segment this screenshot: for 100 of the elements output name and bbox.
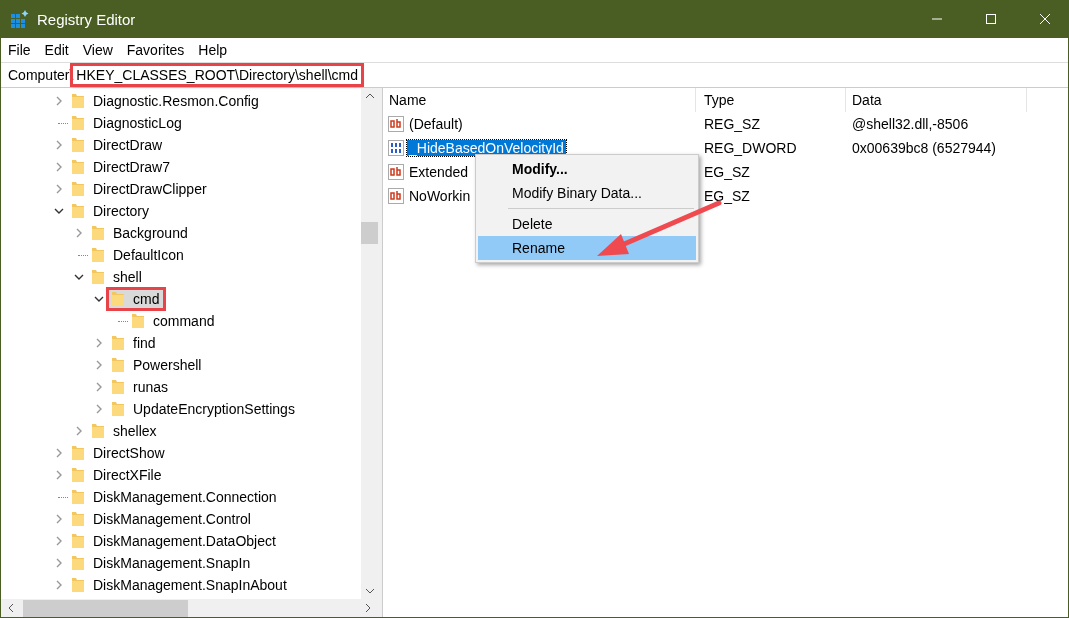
tree-item[interactable]: DirectDraw	[69, 136, 167, 154]
tree-item[interactable]: shell	[89, 268, 146, 286]
value-data: @shell32.dll,-8506	[851, 116, 970, 132]
value-name[interactable]: _HideBasedOnVelocityId	[407, 140, 566, 156]
value-type: REG_DWORD	[703, 140, 798, 156]
folder-icon	[111, 291, 125, 307]
chevron-right-icon[interactable]	[94, 382, 104, 392]
column-header[interactable]: Type	[696, 88, 846, 112]
tree-item[interactable]: cmd	[109, 290, 164, 308]
folder-icon	[71, 203, 85, 219]
chevron-right-icon[interactable]	[54, 140, 64, 150]
tree-item[interactable]: command	[129, 312, 219, 330]
chevron-right-icon[interactable]	[54, 580, 64, 590]
context-menu-item[interactable]: Rename	[478, 236, 696, 260]
chevron-right-icon[interactable]	[74, 426, 84, 436]
tree-item[interactable]: DiskManagement.Connection	[69, 488, 281, 506]
chevron-right-icon[interactable]	[54, 184, 64, 194]
value-name[interactable]: Extended	[407, 164, 471, 180]
folder-icon	[131, 313, 145, 329]
chevron-down-icon[interactable]	[54, 206, 64, 216]
maximize-icon	[985, 13, 997, 25]
tree-item[interactable]: Directory	[69, 202, 153, 220]
tree-item[interactable]: UpdateEncryptionSettings	[109, 400, 299, 418]
tree-item[interactable]: Diagnostic.Resmon.Config	[69, 92, 263, 110]
tree-item[interactable]: DirectDrawClipper	[69, 180, 211, 198]
chevron-right-icon[interactable]	[94, 360, 104, 370]
tree-item[interactable]: runas	[109, 378, 173, 396]
tree-item[interactable]: DiskManagement.Control	[69, 510, 255, 528]
chevron-right-icon[interactable]	[54, 558, 64, 568]
folder-icon	[71, 555, 85, 571]
folder-icon	[71, 137, 85, 153]
scroll-up-icon[interactable]	[364, 92, 375, 100]
chevron-right-icon[interactable]	[94, 404, 104, 414]
scroll-right-icon[interactable]	[364, 603, 372, 613]
scroll-left-icon[interactable]	[7, 603, 15, 613]
tree-item[interactable]: DirectShow	[69, 444, 169, 462]
context-menu-item[interactable]: Delete	[478, 212, 696, 236]
tree-item[interactable]: DirectXFile	[69, 466, 166, 484]
value-type: REG_SZ	[703, 116, 761, 132]
folder-icon	[71, 511, 85, 527]
string-value-icon	[388, 188, 404, 204]
context-menu-item[interactable]: Modify Binary Data...	[478, 181, 696, 205]
registry-editor-icon	[11, 10, 29, 28]
folder-icon	[71, 181, 85, 197]
chevron-right-icon[interactable]	[54, 96, 64, 106]
chevron-right-icon[interactable]	[54, 162, 64, 172]
chevron-right-icon[interactable]	[74, 228, 84, 238]
chevron-down-icon[interactable]	[94, 294, 104, 304]
tree-item[interactable]: DiagnosticLog	[69, 114, 186, 132]
tree-item[interactable]: Background	[89, 224, 192, 242]
value-name[interactable]: (Default)	[407, 116, 465, 132]
value-type: EG_SZ	[703, 164, 751, 180]
window-title: Registry Editor	[37, 10, 136, 28]
tree-item[interactable]: DiskManagement.SnapInAbout	[69, 576, 291, 594]
folder-icon	[71, 467, 85, 483]
scrollbar-thumb[interactable]	[23, 599, 188, 617]
folder-icon	[71, 533, 85, 549]
menu-item[interactable]: Edit	[44, 42, 69, 58]
folder-icon	[111, 379, 125, 395]
close-icon	[1039, 13, 1051, 25]
folder-icon	[111, 401, 125, 417]
chevron-right-icon[interactable]	[54, 514, 64, 524]
menu-item[interactable]: Favorites	[126, 42, 185, 58]
tree-item[interactable]: DiskManagement.DataObject	[69, 532, 280, 550]
tree-connector	[78, 254, 88, 256]
folder-icon	[91, 423, 105, 439]
chevron-right-icon[interactable]	[54, 536, 64, 546]
tree-item[interactable]: DirectDraw7	[69, 158, 174, 176]
tree-item[interactable]: shellex	[89, 422, 161, 440]
folder-icon	[71, 159, 85, 175]
context-menu-item[interactable]: Modify...	[478, 157, 696, 181]
scrollbar-thumb[interactable]	[361, 222, 378, 244]
address-path[interactable]: HKEY_CLASSES_ROOT\Directory\shell\cmd	[73, 66, 361, 84]
chevron-right-icon[interactable]	[54, 470, 64, 480]
folder-icon	[111, 357, 125, 373]
chevron-right-icon[interactable]	[94, 338, 104, 348]
menu-item[interactable]: File	[8, 42, 31, 58]
menu-item[interactable]: Help	[198, 42, 228, 58]
menu-item[interactable]: View	[82, 42, 113, 58]
tree-item[interactable]: DiskManagement.SnapIn	[69, 554, 255, 572]
column-header[interactable]: Data	[846, 88, 1027, 112]
scroll-down-icon[interactable]	[364, 587, 375, 595]
folder-icon	[71, 93, 85, 109]
column-header[interactable]: Name	[383, 88, 696, 112]
tree-item[interactable]: DefaultIcon	[89, 246, 188, 264]
tree-connector	[58, 496, 68, 498]
tree-connector	[118, 320, 128, 322]
chevron-right-icon[interactable]	[54, 448, 64, 458]
tree-item[interactable]: find	[109, 334, 160, 352]
tree-item[interactable]: Powershell	[109, 356, 206, 374]
folder-icon	[111, 335, 125, 351]
string-value-icon	[388, 164, 404, 180]
value-name[interactable]: NoWorkin	[407, 188, 473, 204]
string-value-icon	[388, 116, 404, 132]
chevron-down-icon[interactable]	[74, 272, 84, 282]
value-data: 0x00639bc8 (6527944)	[851, 140, 997, 156]
folder-icon	[71, 489, 85, 505]
folder-icon	[71, 115, 85, 131]
horizontal-scrollbar[interactable]	[1, 599, 378, 617]
value-type: EG_SZ	[703, 188, 751, 204]
